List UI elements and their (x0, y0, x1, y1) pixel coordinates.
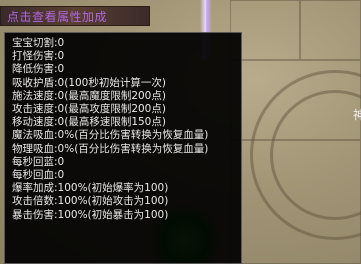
attribute-label: 每秒回血 (12, 169, 54, 182)
attribute-title-button[interactable]: 点击查看属性加成 (0, 6, 150, 26)
attribute-title: 点击查看属性加成 (7, 10, 108, 24)
attribute-value: :0(最高攻度限制200点) (54, 103, 166, 116)
attribute-value: :0%(百分比伤害转换为恢复血量) (54, 142, 209, 155)
attribute-row: 降低伤害:0 (12, 63, 208, 76)
attribute-label: 物理吸血 (12, 142, 54, 155)
attribute-value: :0 (54, 37, 65, 49)
attribute-label: 攻击速度 (12, 103, 54, 116)
attribute-label: 吸收护盾 (12, 76, 54, 89)
attribute-row: 攻击倍数:100%(初始攻击为100) (12, 195, 208, 208)
attribute-label: 移动速度 (12, 116, 54, 129)
attribute-label: 宝宝切割 (12, 37, 54, 49)
attribute-label: 降低伤害 (12, 63, 54, 76)
attribute-row: 宝宝切割:0 (12, 37, 208, 50)
attribute-value: :100%(初始爆率为100) (54, 182, 169, 195)
attribute-header: 点击查看属性加成 (0, 0, 361, 36)
attribute-label: 施法速度 (12, 89, 54, 102)
attribute-value: :0 (54, 50, 65, 63)
attribute-value: :0 (54, 63, 65, 76)
attribute-value: :0(100秒初始计算一次) (54, 76, 166, 89)
attribute-label: 爆率加成 (12, 182, 54, 195)
npc-name-fragment: 神 (353, 108, 361, 122)
attribute-label: 魔法吸血 (12, 129, 54, 142)
attribute-row: 移动速度:0(最高移速限制150点) (12, 116, 208, 129)
attribute-value: :100%(初始暴击为100) (54, 208, 169, 221)
attribute-row: 物理吸血:0%(百分比伤害转换为恢复血量) (12, 143, 208, 156)
attribute-value: :0(最高魔度限制200点) (54, 89, 166, 102)
attribute-row: 每秒回血:0 (12, 169, 208, 182)
attribute-row: 爆率加成:100%(初始爆率为100) (12, 182, 208, 195)
attribute-list: 宝宝切割:0 打怪伤害:0 降低伤害:0 吸收护盾:0(100秒初始计算一次) 施法速度… (12, 37, 208, 222)
attribute-row: 每秒回蓝:0 (12, 156, 208, 169)
attribute-row: 魔法吸血:0%(百分比伤害转换为恢复血量) (12, 129, 208, 142)
attribute-label: 打怪伤害 (12, 50, 54, 63)
attribute-value: :0 (54, 169, 65, 182)
attribute-value: :0 (54, 155, 65, 168)
attribute-value: :100%(初始攻击为100) (54, 195, 169, 208)
attribute-tooltip-panel: 宝宝切割:0 打怪伤害:0 降低伤害:0 吸收护盾:0(100秒初始计算一次) 施法速度… (4, 32, 242, 264)
attribute-value: :0(最高移速限制150点) (54, 116, 166, 129)
attribute-label: 每秒回蓝 (12, 155, 54, 168)
attribute-row: 吸收护盾:0(100秒初始计算一次) (12, 77, 208, 90)
attribute-label: 攻击倍数 (12, 195, 54, 208)
attribute-row: 施法速度:0(最高魔度限制200点) (12, 90, 208, 103)
attribute-row: 打怪伤害:0 (12, 50, 208, 63)
attribute-value: :0%(百分比伤害转换为恢复血量) (54, 129, 209, 142)
attribute-label: 暴击伤害 (12, 208, 54, 221)
attribute-row: 攻击速度:0(最高攻度限制200点) (12, 103, 208, 116)
attribute-row: 暴击伤害:100%(初始暴击为100) (12, 209, 208, 222)
